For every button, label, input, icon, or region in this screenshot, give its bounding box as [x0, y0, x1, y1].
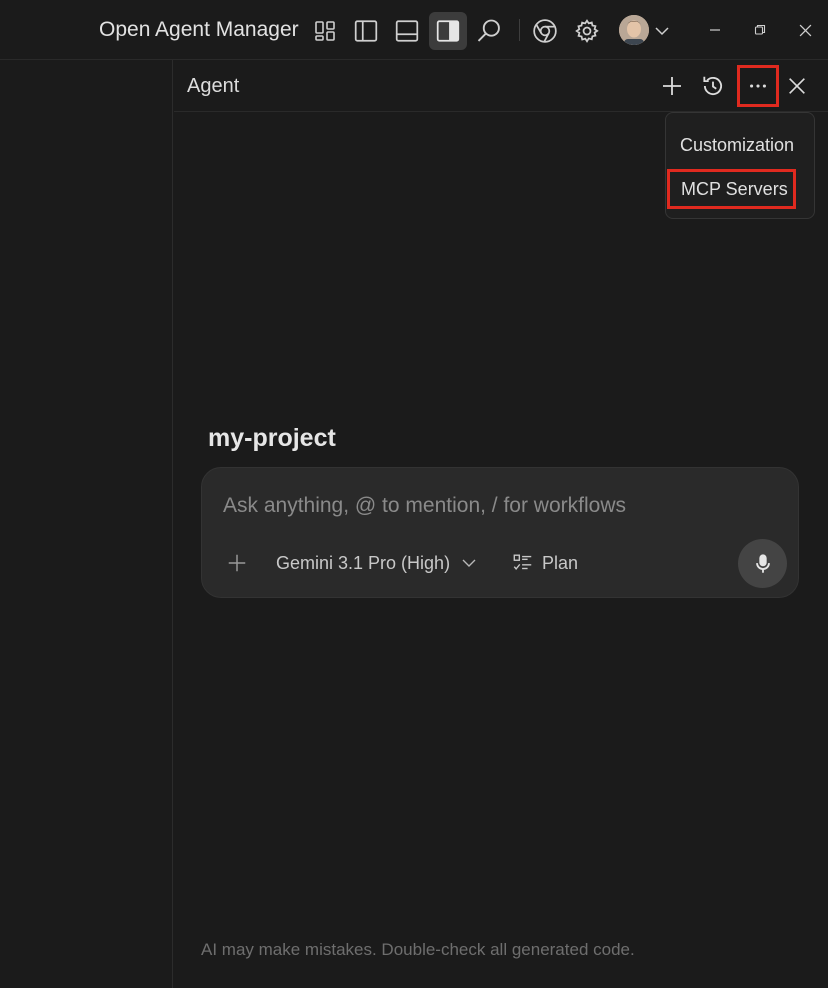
sidebar-right-icon[interactable] [429, 12, 467, 50]
gear-icon[interactable] [568, 12, 606, 50]
plan-mode-button[interactable]: Plan [512, 548, 578, 578]
title-bar: Open Agent Manager [0, 0, 828, 60]
close-panel-icon[interactable] [779, 68, 815, 104]
panel-bottom-icon[interactable] [388, 12, 426, 50]
plus-icon[interactable] [654, 68, 690, 104]
agent-header: Agent [174, 60, 828, 112]
menu-item-mcp-servers[interactable]: MCP Servers [667, 169, 796, 209]
sidebar-left-icon[interactable] [347, 12, 385, 50]
chevron-down-icon [462, 559, 476, 567]
add-context-icon[interactable] [222, 548, 252, 578]
more-menu: Customization MCP Servers [665, 112, 815, 219]
disclaimer-text: AI may make mistakes. Double-check all g… [201, 940, 635, 959]
model-label: Gemini 3.1 Pro (High) [276, 552, 451, 573]
plan-label: Plan [542, 552, 579, 573]
model-selector[interactable]: Gemini 3.1 Pro (High) [276, 548, 478, 578]
more-icon[interactable] [737, 65, 779, 107]
menu-item-customization[interactable]: Customization [666, 125, 816, 165]
microphone-icon [755, 553, 770, 573]
avatar[interactable] [619, 15, 649, 45]
checklist-icon [513, 554, 532, 571]
history-icon[interactable] [695, 68, 731, 104]
close-icon[interactable] [785, 12, 825, 48]
agent-title: Agent [187, 75, 240, 97]
toolbar-divider [519, 19, 520, 41]
chevron-down-icon[interactable] [647, 12, 677, 50]
project-title: my-project [208, 424, 336, 452]
restore-icon[interactable] [740, 12, 780, 48]
search-icon[interactable] [470, 12, 508, 50]
minimize-icon[interactable] [695, 12, 735, 48]
left-panel [0, 60, 173, 988]
layout-grid-icon[interactable] [306, 12, 344, 50]
agent-panel: Agent Customization MCP Servers my-proje… [174, 60, 828, 988]
app-title: Open Agent Manager [99, 18, 299, 41]
chrome-icon[interactable] [526, 12, 564, 50]
chat-input[interactable]: Ask anything, @ to mention, / for workfl… [223, 494, 626, 518]
microphone-button[interactable] [738, 539, 787, 588]
chat-input-box[interactable]: Ask anything, @ to mention, / for workfl… [201, 467, 799, 598]
